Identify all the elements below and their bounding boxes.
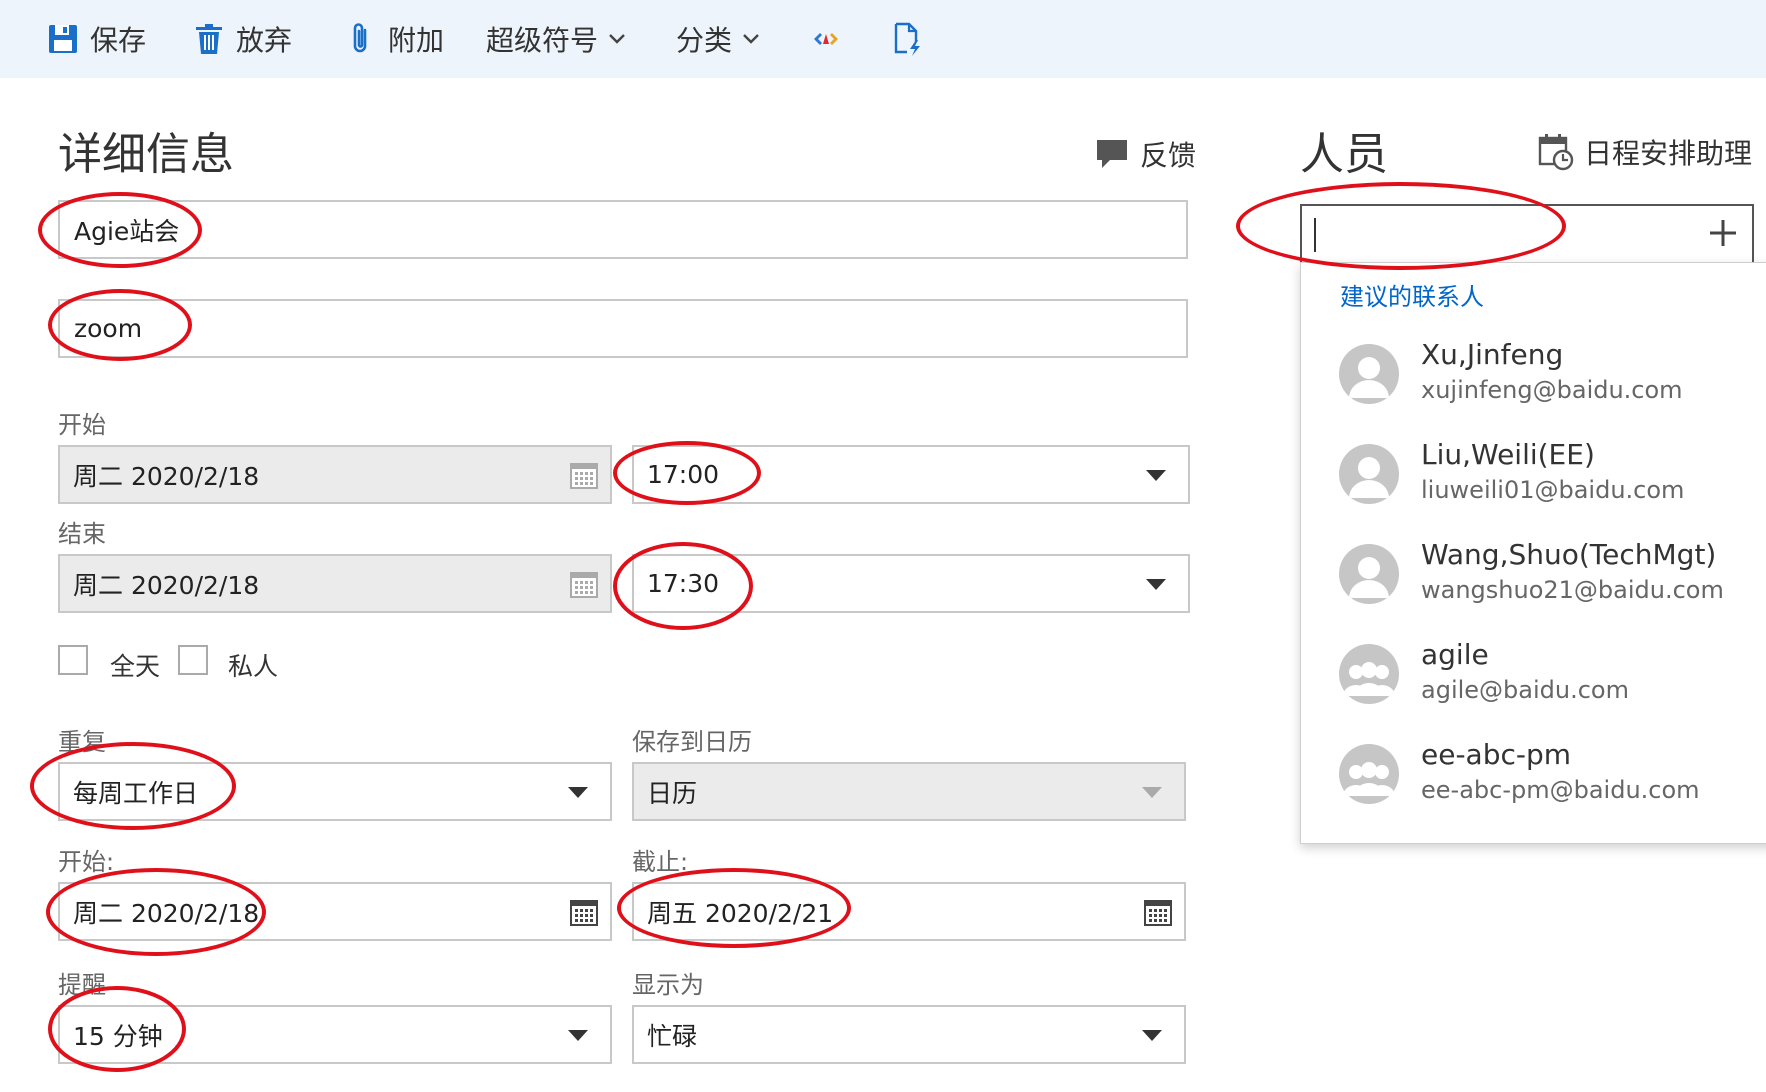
contact-email: agile@baidu.com [1421, 676, 1629, 704]
show-as-select[interactable]: 忙碌 [632, 1005, 1186, 1064]
end-time-value: 17:30 [647, 569, 720, 598]
repeat-start-date-picker[interactable]: 周二 2020/2/18 [58, 882, 612, 941]
calendar-icon[interactable] [570, 570, 598, 604]
calendar-icon[interactable] [570, 898, 598, 932]
add-attendee-icon[interactable] [1708, 218, 1738, 254]
contact-email: wangshuo21@baidu.com [1421, 576, 1724, 604]
subject-input[interactable]: Agie站会 [58, 200, 1188, 259]
caret-down-icon [568, 1029, 588, 1041]
details-title: 详细信息 [58, 129, 234, 180]
all-day-label: 全天 [110, 652, 161, 681]
contact-email: ee-abc-pm@baidu.com [1421, 776, 1700, 804]
caret-down-icon [1142, 1029, 1162, 1041]
repeat-select[interactable]: 每周工作日 [58, 762, 612, 821]
group-icon [1339, 644, 1399, 704]
attach-label: 附加 [388, 24, 445, 57]
contact-name: Liu,Weili(EE) [1421, 438, 1595, 471]
repeat-label: 重复 [58, 728, 106, 756]
category-menu[interactable]: 分类 [676, 0, 760, 78]
repeat-end-value: 周五 2020/2/21 [647, 898, 834, 928]
scheduling-assistant-button[interactable]: 日程安排助理 [1538, 132, 1752, 172]
repeat-end-label: 截止: [632, 848, 689, 876]
start-label: 开始 [58, 411, 106, 439]
start-time-select[interactable]: 17:00 [632, 445, 1190, 504]
people-title: 人员 [1300, 129, 1388, 180]
contact-item[interactable]: Liu,Weili(EE) liuweili01@baidu.com [1301, 428, 1766, 528]
subject-value: Agie站会 [74, 216, 180, 246]
group-icon [1339, 744, 1399, 804]
person-icon [1339, 444, 1399, 504]
location-input[interactable]: zoom [58, 299, 1188, 358]
contact-name: Xu,Jinfeng [1421, 338, 1564, 371]
all-day-checkbox[interactable] [58, 645, 88, 675]
text-cursor [1314, 218, 1316, 252]
repeat-end-date-picker[interactable]: 周五 2020/2/21 [632, 882, 1186, 941]
contact-name: agile [1421, 638, 1489, 671]
contact-email: xujinfeng@baidu.com [1421, 376, 1683, 404]
addin-icon [812, 27, 840, 51]
start-date-picker[interactable]: 周二 2020/2/18 [58, 445, 612, 504]
private-label: 私人 [228, 652, 279, 681]
save-to-value: 日历 [647, 778, 698, 808]
end-date-picker[interactable]: 周二 2020/2/18 [58, 554, 612, 613]
feedback-label: 反馈 [1140, 139, 1197, 172]
reminder-select[interactable]: 15 分钟 [58, 1005, 612, 1064]
contact-email: liuweili01@baidu.com [1421, 476, 1685, 504]
contact-item[interactable]: agile agile@baidu.com [1301, 628, 1766, 728]
caret-down-icon [1142, 786, 1162, 798]
chevron-down-icon [742, 33, 760, 45]
save-to-calendar-select[interactable]: 日历 [632, 762, 1186, 821]
person-icon [1339, 544, 1399, 604]
paperclip-icon [350, 22, 370, 56]
start-time-value: 17:00 [647, 460, 720, 489]
chevron-down-icon [608, 33, 626, 45]
caret-down-icon [1146, 469, 1166, 481]
suggested-contacts-dropdown: 建议的联系人 Xu,Jinfeng xujinfeng@baidu.com Li… [1300, 262, 1766, 844]
category-label: 分类 [676, 24, 733, 57]
end-label: 结束 [58, 520, 106, 548]
start-date-value: 周二 2020/2/18 [73, 461, 260, 491]
contact-item[interactable]: Xu,Jinfeng xujinfeng@baidu.com [1301, 328, 1766, 428]
speech-bubble-icon [1096, 138, 1128, 170]
discard-label: 放弃 [236, 24, 293, 57]
repeat-value: 每周工作日 [73, 778, 199, 808]
reminder-label: 提醒 [58, 971, 106, 999]
save-button[interactable]: 保存 [48, 0, 146, 78]
attendee-search-input[interactable] [1300, 204, 1754, 264]
save-label: 保存 [90, 24, 147, 57]
caret-down-icon [1146, 578, 1166, 590]
show-as-value: 忙碌 [647, 1021, 698, 1051]
superscript-menu[interactable]: 超级符号 [486, 0, 626, 78]
show-as-label: 显示为 [632, 971, 704, 999]
reminder-value: 15 分钟 [73, 1021, 163, 1051]
contact-name: ee-abc-pm [1421, 738, 1572, 771]
suggested-contacts-header: 建议的联系人 [1340, 283, 1484, 311]
end-date-value: 周二 2020/2/18 [73, 570, 260, 600]
attach-button[interactable]: 附加 [350, 0, 444, 78]
document-lightning-icon [894, 22, 922, 56]
feedback-button[interactable]: 反馈 [1096, 134, 1196, 174]
superscript-label: 超级符号 [486, 24, 599, 57]
contact-item[interactable]: Wang,Shuo(TechMgt) wangshuo21@baidu.com [1301, 528, 1766, 628]
scheduling-assistant-label: 日程安排助理 [1584, 137, 1753, 170]
contact-item[interactable]: ee-abc-pm ee-abc-pm@baidu.com [1301, 728, 1766, 828]
trash-icon [196, 24, 222, 54]
calendar-clock-icon [1538, 133, 1574, 171]
document-lightning-button[interactable] [894, 0, 922, 78]
private-checkbox[interactable] [178, 645, 208, 675]
repeat-start-label: 开始: [58, 848, 115, 876]
person-icon [1339, 344, 1399, 404]
save-to-label: 保存到日历 [632, 728, 752, 756]
save-icon [48, 24, 78, 54]
discard-button[interactable]: 放弃 [196, 0, 292, 78]
caret-down-icon [568, 786, 588, 798]
end-time-select[interactable]: 17:30 [632, 554, 1190, 613]
repeat-start-value: 周二 2020/2/18 [73, 898, 260, 928]
addin-button[interactable] [812, 0, 840, 78]
location-value: zoom [74, 314, 143, 343]
calendar-icon[interactable] [570, 461, 598, 495]
calendar-icon[interactable] [1144, 898, 1172, 932]
toolbar: 保存 放弃 附加 超级符号 分类 [0, 0, 1766, 78]
contact-name: Wang,Shuo(TechMgt) [1421, 538, 1717, 571]
